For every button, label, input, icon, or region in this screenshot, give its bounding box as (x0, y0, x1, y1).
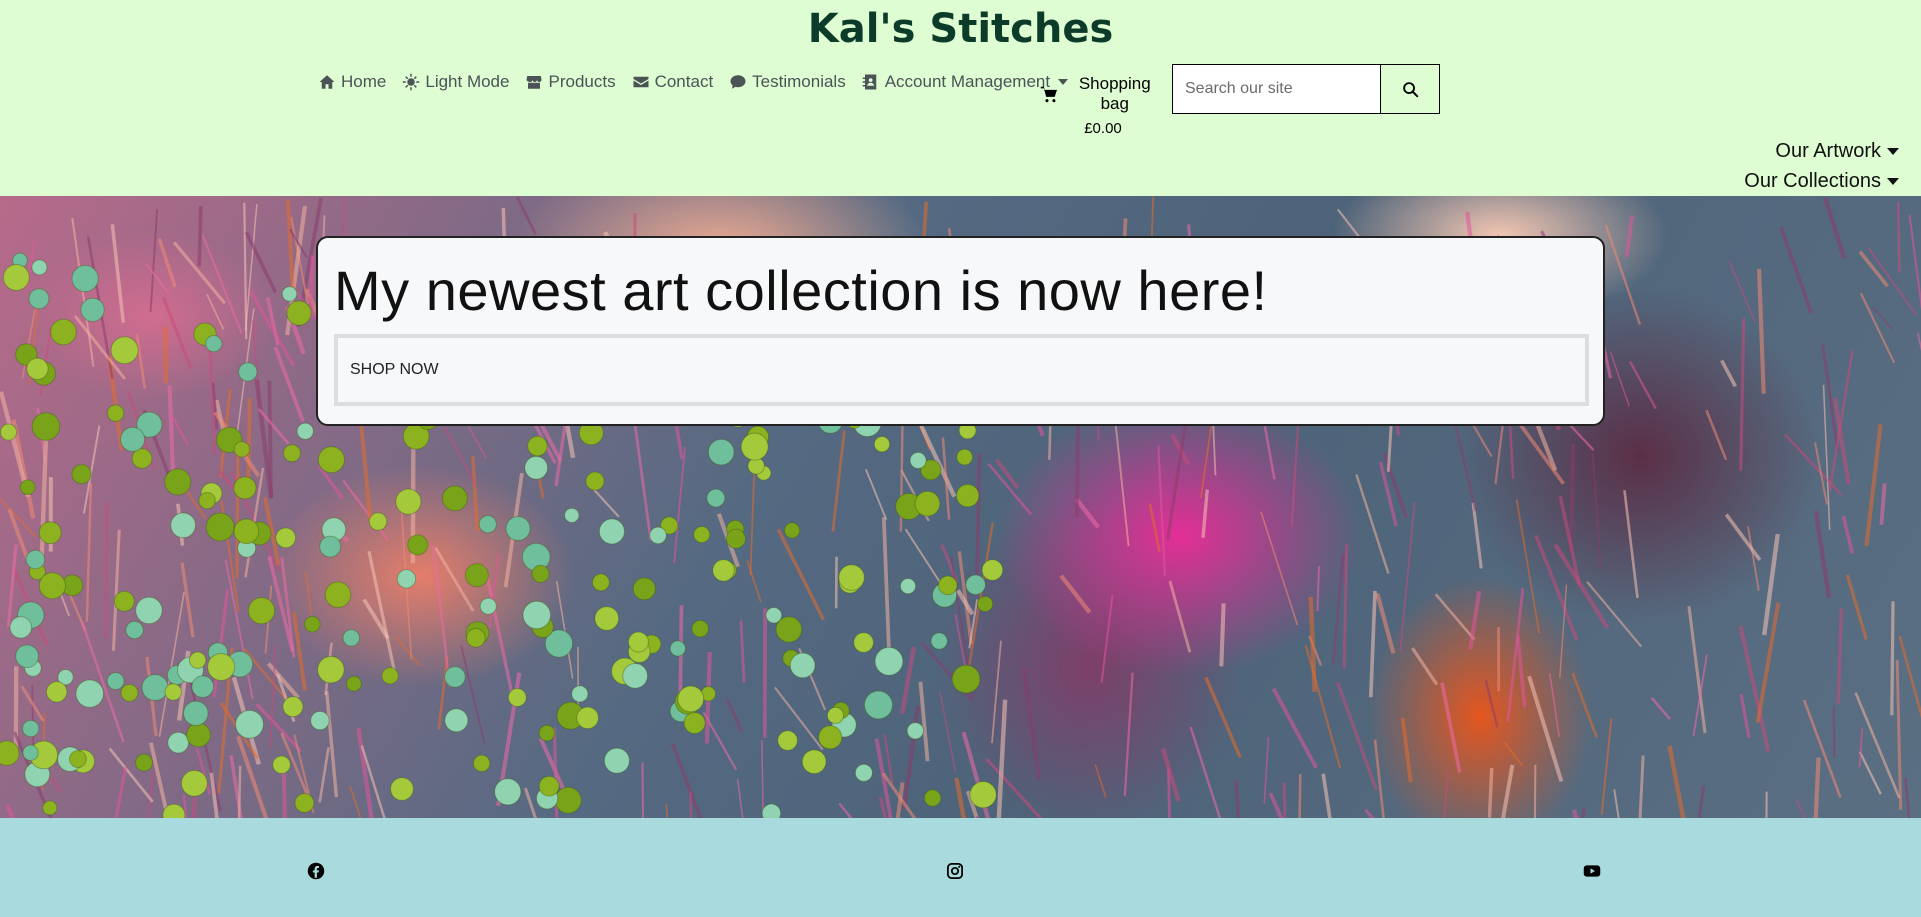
search-input[interactable] (1173, 65, 1380, 113)
facebook-icon (307, 862, 325, 880)
shopping-bag-label: Shopping bag (1078, 74, 1151, 113)
comment-icon (730, 75, 746, 89)
facebook-link[interactable] (307, 862, 325, 880)
main-nav: Home Light Mode Products Contact Testimo… (318, 72, 1084, 92)
envelope-icon (633, 76, 649, 88)
nav-contact[interactable]: Contact (632, 72, 714, 92)
instagram-link[interactable] (946, 862, 964, 880)
nav-account-management-label: Account Management (884, 72, 1051, 91)
our-artwork-dropdown[interactable]: Our Artwork (1775, 140, 1899, 163)
hero-title: My newest art collection is now here! (334, 259, 1268, 322)
nav-products[interactable]: Products (525, 72, 616, 92)
cart-icon (1040, 86, 1058, 102)
shop-now-button[interactable]: SHOP NOW (334, 333, 1589, 406)
nav-contact-label: Contact (654, 72, 714, 91)
shopping-bag-link[interactable]: Shopping bag £0.00 (1040, 74, 1166, 137)
our-artwork-label: Our Artwork (1775, 140, 1881, 162)
site-brand[interactable]: Kal's Stitches (0, 6, 1921, 52)
youtube-icon (1583, 865, 1601, 877)
nav-testimonials[interactable]: Testimonials (729, 72, 846, 92)
hero-banner: My newest art collection is now here! SH… (0, 196, 1921, 818)
chevron-down-icon (1887, 148, 1899, 155)
home-icon (319, 75, 335, 89)
nav-home[interactable]: Home (318, 72, 386, 92)
hero-card: My newest art collection is now here! SH… (316, 236, 1605, 426)
store-icon (526, 76, 542, 89)
nav-account-management[interactable]: Account Management (862, 72, 1069, 92)
instagram-icon (946, 862, 964, 880)
nav-light-mode-label: Light Mode (425, 72, 510, 91)
search-icon (1402, 81, 1418, 97)
site-header: Kal's Stitches Home Light Mode Products … (0, 0, 1921, 196)
nav-testimonials-label: Testimonials (752, 72, 846, 91)
address-book-icon (862, 74, 876, 90)
bag-total: £0.00 (1084, 120, 1122, 137)
nav-home-label: Home (341, 72, 387, 91)
chevron-down-icon (1887, 178, 1899, 185)
search-form (1172, 64, 1440, 114)
youtube-link[interactable] (1583, 862, 1601, 880)
site-footer (0, 818, 1921, 917)
nav-light-mode[interactable]: Light Mode (402, 72, 509, 92)
search-button[interactable] (1380, 65, 1439, 113)
our-collections-dropdown[interactable]: Our Collections (1744, 170, 1899, 193)
our-collections-label: Our Collections (1744, 170, 1881, 192)
nav-products-label: Products (548, 72, 616, 91)
sun-icon (403, 73, 420, 91)
